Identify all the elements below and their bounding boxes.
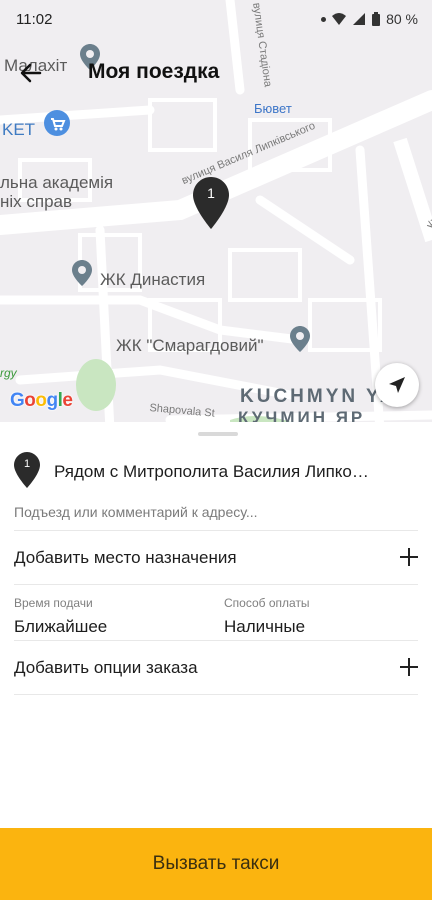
divider <box>14 530 418 531</box>
back-arrow-icon[interactable] <box>16 58 46 88</box>
map-pin-number: 1 <box>207 185 215 201</box>
map-label-academy-line2: ніх справ <box>0 192 73 211</box>
map-label-green: rgy <box>0 366 17 380</box>
address-comment-input[interactable] <box>14 500 414 524</box>
status-bar: 11:02 80 % <box>0 0 432 40</box>
google-logo: Google <box>10 390 73 411</box>
pickup-pin: 1 <box>14 452 40 488</box>
plus-icon <box>400 658 418 676</box>
add-options-label: Добавить опции заказа <box>14 658 198 677</box>
sheet-drag-handle[interactable] <box>198 432 238 436</box>
divider <box>14 584 418 585</box>
pickup-address: Рядом с Митрополита Василия Липко… <box>54 462 369 481</box>
poi-icon <box>290 326 310 352</box>
navigation-arrow-icon <box>389 377 405 393</box>
pickup-pin-number: 1 <box>23 458 31 470</box>
divider <box>14 694 418 695</box>
signal-icon <box>353 13 366 25</box>
map-pin-marker[interactable]: 1 <box>193 177 229 229</box>
notification-dot-icon <box>321 16 327 22</box>
map-label-academy-line1: льна академія <box>0 173 114 192</box>
payment-caption: Способ оплаты <box>224 596 310 610</box>
page-title: Моя поездка <box>88 60 220 83</box>
shop-icon <box>44 110 70 136</box>
payment-value: Наличные <box>224 617 306 636</box>
call-taxi-button[interactable]: Вызвать такси <box>0 828 432 900</box>
map-label-dynasty: ЖК Династия <box>100 270 206 289</box>
status-icons: 80 % <box>321 11 418 27</box>
map-label-ket: KET <box>2 120 36 139</box>
pickup-address-row[interactable]: 1 Рядом с Митрополита Василия Липко… <box>0 452 432 496</box>
pickup-time-value: Ближайшее <box>14 617 108 636</box>
add-destination-row[interactable]: Добавить место назначения <box>0 532 432 584</box>
pickup-time-selector[interactable]: Время подачи Ближайшее <box>14 596 107 637</box>
pickup-time-caption: Время подачи <box>14 596 93 610</box>
map-label-bjuvet: Бювет <box>254 101 292 116</box>
plus-icon <box>400 548 418 566</box>
poi-icon <box>72 260 92 286</box>
divider <box>14 640 418 641</box>
map-view[interactable]: Малахіт KET льна академія ніх справ ЖК Д… <box>0 0 432 432</box>
wifi-icon <box>332 13 347 25</box>
battery-percent: 80 % <box>386 11 418 27</box>
my-location-button[interactable] <box>375 363 419 407</box>
map-label-smarag: ЖК "Смарагдовий" <box>116 336 264 355</box>
status-time: 11:02 <box>16 11 53 28</box>
add-options-row[interactable]: Добавить опции заказа <box>0 642 432 694</box>
payment-method-selector[interactable]: Способ оплаты Наличные <box>224 596 310 637</box>
battery-icon <box>372 12 381 26</box>
add-destination-label: Добавить место назначения <box>14 548 237 567</box>
